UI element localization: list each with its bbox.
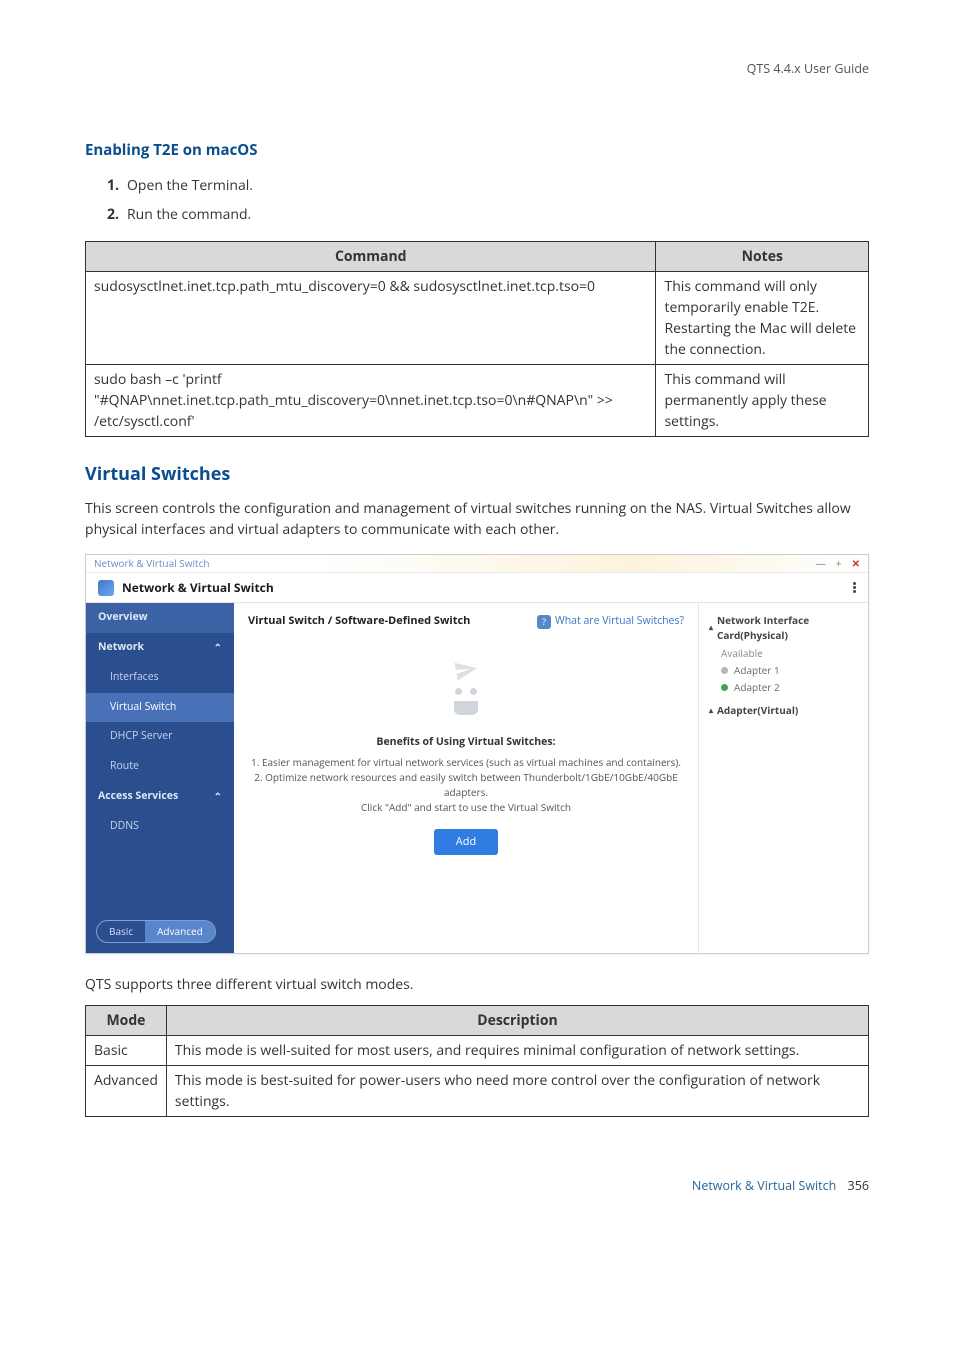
benefit-line: Click "Add" and start to use the Virtual… xyxy=(248,800,684,815)
help-icon: ? xyxy=(537,615,551,629)
benefit-line: 2. Optimize network resources and easily… xyxy=(248,770,684,800)
table-header: Notes xyxy=(656,242,869,272)
sidebar-item-overview[interactable]: Overview xyxy=(86,603,234,633)
step-number: 2. xyxy=(107,205,119,224)
mode-tab-advanced[interactable]: Advanced xyxy=(145,921,215,942)
footer-page-number: 356 xyxy=(848,1177,869,1194)
table-row: Basic This mode is well-suited for most … xyxy=(86,1036,869,1066)
command-table: Command Notes sudosysctlnet.inet.tcp.pat… xyxy=(85,241,869,437)
more-menu-icon[interactable] xyxy=(853,582,856,593)
sidebar-item-interfaces[interactable]: Interfaces xyxy=(86,663,234,693)
section-heading-vswitch: Virtual Switches xyxy=(85,461,869,488)
table-row: sudo bash –c 'printf "#QNAP\nnet.inet.tc… xyxy=(86,365,869,437)
section-intro: This screen controls the configuration a… xyxy=(85,498,869,540)
table-header: Description xyxy=(166,1006,868,1036)
app-icon xyxy=(98,580,114,596)
sidebar-item-access[interactable]: Access Services⌃ xyxy=(86,782,234,812)
doc-header: QTS 4.4.x User Guide xyxy=(85,60,869,79)
nic-available-label: Available xyxy=(721,646,858,661)
caret-up-icon: ▴ xyxy=(709,622,713,634)
table-cell-notes: This command will permanently apply thes… xyxy=(656,365,869,437)
table-row: Advanced This mode is best-suited for po… xyxy=(86,1066,869,1117)
chevron-up-icon: ⌃ xyxy=(214,789,222,804)
server-icon xyxy=(454,701,478,715)
table-header: Mode xyxy=(86,1006,167,1036)
adapter-item[interactable]: Adapter 1 xyxy=(721,663,858,678)
step-number: 1. xyxy=(107,176,119,195)
sidebar-item-dhcp[interactable]: DHCP Server xyxy=(86,722,234,752)
footer-section: Network & Virtual Switch xyxy=(692,1177,836,1194)
table-cell-command: sudosysctlnet.inet.tcp.path_mtu_discover… xyxy=(86,272,656,365)
steps-list: 1. Open the Terminal. 2. Run the command. xyxy=(85,175,869,225)
modes-caption: QTS supports three different virtual swi… xyxy=(85,974,869,995)
page-footer: Network & Virtual Switch 356 xyxy=(85,1177,869,1196)
benefit-line: 1. Easier management for virtual network… xyxy=(248,755,684,770)
table-cell-mode: Advanced xyxy=(86,1066,167,1117)
caret-up-icon: ▴ xyxy=(709,705,713,717)
app-bar: Network & Virtual Switch xyxy=(86,573,868,603)
mode-toggle[interactable]: Basic Advanced xyxy=(96,920,216,943)
dots-icon xyxy=(455,688,477,695)
app-title: Network & Virtual Switch xyxy=(122,579,274,597)
modes-table: Mode Description Basic This mode is well… xyxy=(85,1005,869,1117)
adapter-item[interactable]: Adapter 2 xyxy=(721,680,858,695)
virtual-group-header[interactable]: ▴Adapter(Virtual) xyxy=(709,703,858,718)
step-text: Run the command. xyxy=(127,205,251,224)
sidebar-item-ddns[interactable]: DDNS xyxy=(86,812,234,842)
mode-tab-basic[interactable]: Basic xyxy=(97,921,145,942)
table-row: sudosysctlnet.inet.tcp.path_mtu_discover… xyxy=(86,272,869,365)
sidebar-item-virtual-switch[interactable]: Virtual Switch xyxy=(86,693,234,723)
table-cell-command: sudo bash –c 'printf "#QNAP\nnet.inet.tc… xyxy=(86,365,656,437)
paper-plane-icon xyxy=(452,656,480,684)
breadcrumb: Virtual Switch / Software-Defined Switch xyxy=(248,613,470,630)
chevron-up-icon: ⌃ xyxy=(214,640,222,655)
window-title: Network & Virtual Switch xyxy=(94,556,210,571)
sidebar: Overview Network⌃ Interfaces Virtual Swi… xyxy=(86,603,234,953)
help-link[interactable]: ? What are Virtual Switches? xyxy=(537,614,684,630)
empty-state-illustration xyxy=(248,658,684,715)
nic-group-header[interactable]: ▴Network Interface Card(Physical) xyxy=(709,613,858,643)
right-panel: ▴Network Interface Card(Physical) Availa… xyxy=(698,603,868,953)
table-header: Command xyxy=(86,242,656,272)
benefits-heading: Benefits of Using Virtual Switches: xyxy=(248,735,684,751)
status-dot-icon xyxy=(721,667,728,674)
benefits-block: Benefits of Using Virtual Switches: 1. E… xyxy=(248,735,684,815)
add-button[interactable]: Add xyxy=(434,829,498,856)
table-cell-desc: This mode is well-suited for most users,… xyxy=(166,1036,868,1066)
section-heading-t2e: Enabling T2E on macOS xyxy=(85,139,869,162)
minimize-icon[interactable]: — xyxy=(816,556,826,571)
window-titlebar: Network & Virtual Switch — + ✕ xyxy=(86,555,868,573)
step-item: 2. Run the command. xyxy=(107,204,869,225)
main-panel: Virtual Switch / Software-Defined Switch… xyxy=(234,603,698,953)
status-dot-icon xyxy=(721,684,728,691)
app-screenshot: Network & Virtual Switch — + ✕ Network &… xyxy=(85,554,869,954)
table-cell-notes: This command will only temporarily enabl… xyxy=(656,272,869,365)
sidebar-item-network[interactable]: Network⌃ xyxy=(86,633,234,663)
step-text: Open the Terminal. xyxy=(127,176,253,195)
close-icon[interactable]: ✕ xyxy=(852,556,860,571)
step-item: 1. Open the Terminal. xyxy=(107,175,869,196)
table-cell-mode: Basic xyxy=(86,1036,167,1066)
maximize-icon[interactable]: + xyxy=(836,556,842,571)
sidebar-item-route[interactable]: Route xyxy=(86,752,234,782)
table-cell-desc: This mode is best-suited for power-users… xyxy=(166,1066,868,1117)
